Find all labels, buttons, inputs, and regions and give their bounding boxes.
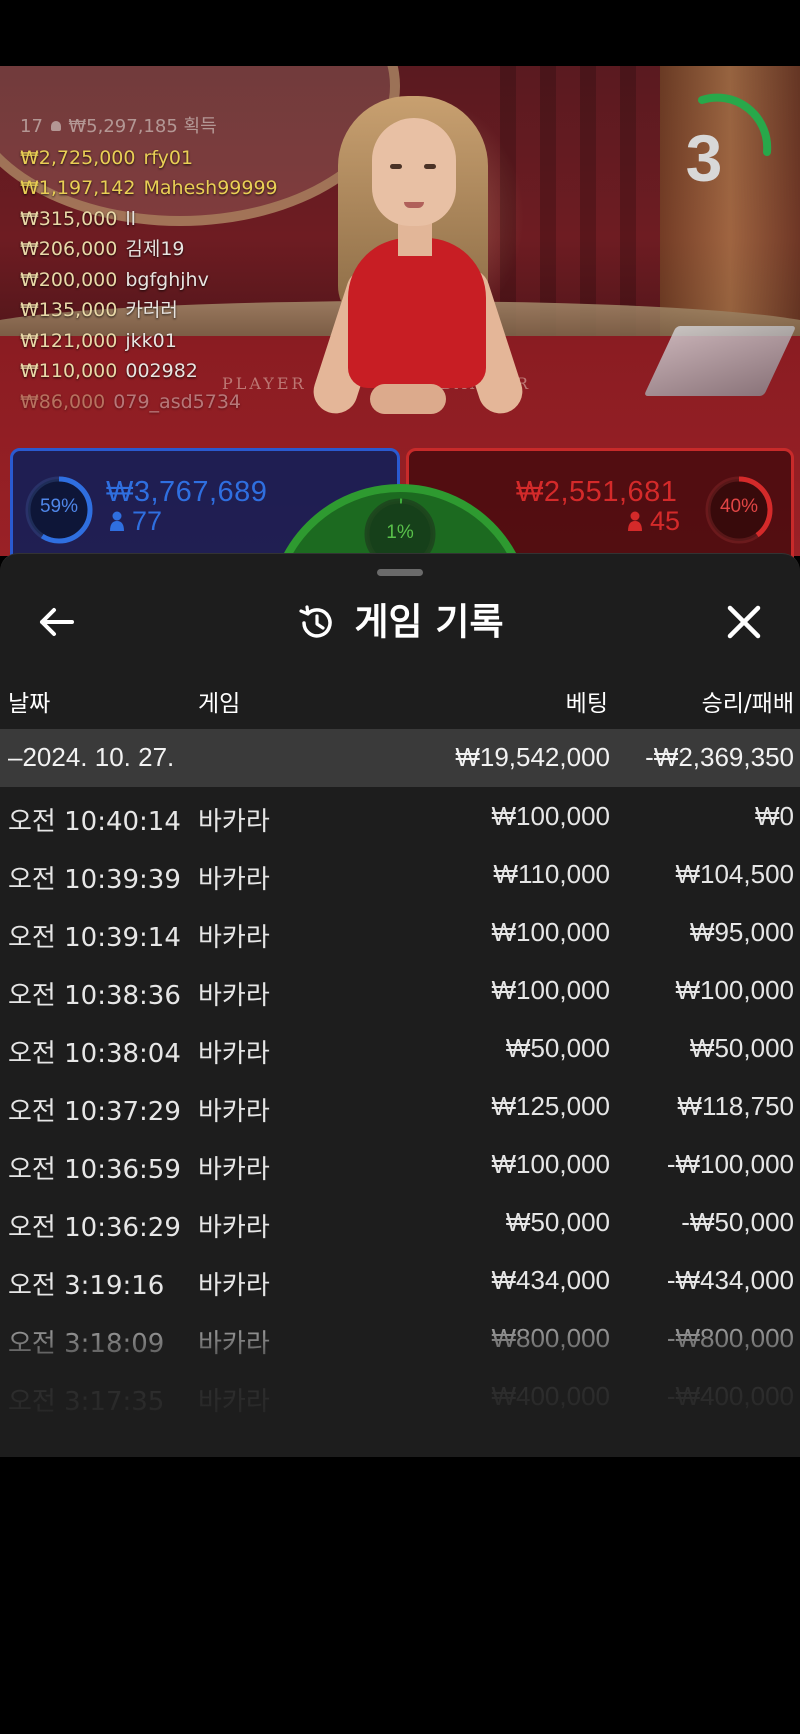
record-bet: ₩800,000: [491, 1323, 610, 1353]
tie-percent: 1%: [386, 522, 414, 543]
record-bet: ₩100,000: [491, 917, 610, 947]
record-game: 바카라: [198, 865, 270, 895]
record-game: 바카라: [198, 1329, 270, 1359]
record-game: 바카라: [198, 981, 270, 1011]
player-percent: 59%: [39, 496, 79, 517]
game-record-row[interactable]: 오전 10:39:39 바카라 ₩110,000 ₩104,500: [0, 845, 800, 903]
sheet-title: 게임 기록: [0, 592, 800, 652]
record-bet: ₩100,000: [491, 1149, 610, 1179]
day-date: –2024. 10. 27.: [8, 742, 175, 772]
column-header-game: 게임: [198, 691, 241, 717]
bet-row: ₩206,000 김제19: [20, 238, 185, 260]
player-total-amount: ₩3,767,689: [106, 476, 268, 508]
record-time: 오전 10:38:36: [8, 981, 181, 1011]
banker-total-amount: ₩2,551,681: [516, 476, 678, 508]
game-record-row[interactable]: 오전 10:36:59 바카라 ₩100,000 -₩100,000: [0, 1135, 800, 1193]
column-header-win-loss: 승리/패배: [701, 691, 794, 717]
day-summary-row[interactable]: –2024. 10. 27. ₩19,542,000 -₩2,369,350: [0, 729, 800, 787]
record-win-loss: -₩434,000: [666, 1265, 794, 1295]
record-time: 오전 3:19:16: [8, 1271, 165, 1301]
sheet-drag-handle[interactable]: [377, 569, 423, 576]
record-bet: ₩100,000: [491, 801, 610, 831]
record-game: 바카라: [198, 1213, 270, 1243]
bet-row: ₩1,197,142 Mahesh99999: [20, 177, 278, 199]
column-header-date: 날짜: [8, 691, 51, 717]
record-time: 오전 10:40:14: [8, 807, 181, 837]
close-button[interactable]: [716, 594, 772, 650]
game-record-row[interactable]: 오전 10:37:29 바카라 ₩125,000 ₩118,750: [0, 1077, 800, 1135]
record-time: 오전 10:36:59: [8, 1155, 181, 1185]
record-game: 바카라: [198, 1155, 270, 1185]
record-time: 오전 10:36:29: [8, 1213, 181, 1243]
game-record-row[interactable]: 오전 10:38:36 바카라 ₩100,000 ₩100,000: [0, 961, 800, 1019]
game-record-row[interactable]: 오전 3:19:16 바카라 ₩434,000 -₩434,000: [0, 1251, 800, 1309]
bet-row: ₩135,000 카러러: [20, 299, 178, 321]
record-game: 바카라: [198, 1271, 270, 1301]
record-game: 바카라: [198, 923, 270, 953]
record-win-loss: -₩400,000: [666, 1381, 794, 1411]
record-game: 바카라: [198, 1387, 270, 1417]
record-time: 오전 10:37:29: [8, 1097, 181, 1127]
record-win-loss: -₩50,000: [681, 1207, 794, 1237]
bet-row: ₩121,000 jkk01: [20, 329, 177, 352]
record-time: 오전 3:18:09: [8, 1329, 165, 1359]
record-game: 바카라: [198, 1097, 270, 1127]
person-icon: [50, 121, 61, 131]
bets-header: 17 ₩5,297,185 획득: [20, 116, 217, 137]
person-icon: [628, 511, 642, 531]
record-time: 오전 3:17:35: [8, 1387, 165, 1417]
bet-row: ₩200,000 bgfghjhv: [20, 268, 209, 291]
record-bet: ₩434,000: [491, 1265, 610, 1295]
game-record-row[interactable]: 오전 10:39:14 바카라 ₩100,000 ₩95,000: [0, 903, 800, 961]
record-time: 오전 10:38:04: [8, 1039, 181, 1069]
bet-row: ₩110,000 002982: [20, 360, 198, 382]
bets-leaderboard: 17 ₩5,297,185 획득 ₩2,725,000 rfy01 ₩1,197,…: [20, 112, 278, 417]
game-history-sheet: 게임 기록 날짜 게임 베팅 승리/패배 –2024. 10. 27. ₩19,…: [0, 553, 800, 1457]
record-time: 오전 10:39:14: [8, 923, 181, 953]
person-icon: [110, 511, 124, 531]
record-bet: ₩50,000: [505, 1207, 610, 1237]
game-record-row[interactable]: 오전 10:36:29 바카라 ₩50,000 -₩50,000: [0, 1193, 800, 1251]
game-record-row[interactable]: 오전 3:17:35 바카라 ₩400,000 -₩400,000: [0, 1367, 800, 1425]
record-win-loss: ₩0: [755, 801, 794, 831]
player-bettor-count: 77: [110, 506, 162, 537]
record-bet: ₩125,000: [491, 1091, 610, 1121]
record-time: 오전 10:39:39: [8, 865, 181, 895]
bet-row: ₩86,000 079_asd5734: [20, 390, 242, 413]
countdown-timer-value: 3: [685, 121, 723, 195]
record-win-loss: ₩50,000: [689, 1033, 794, 1063]
game-record-row[interactable]: 오전 10:40:14 바카라 ₩100,000 ₩0: [0, 787, 800, 845]
record-win-loss: -₩800,000: [666, 1323, 794, 1353]
record-game: 바카라: [198, 1039, 270, 1069]
close-icon: [727, 605, 761, 639]
bet-row: ₩2,725,000 rfy01: [20, 146, 194, 169]
record-bet: ₩110,000: [493, 859, 610, 889]
history-icon: [299, 604, 333, 638]
bet-row: ₩315,000 ll: [20, 207, 136, 230]
record-bet: ₩400,000: [491, 1381, 610, 1411]
record-win-loss: ₩104,500: [675, 859, 794, 889]
record-win-loss: ₩95,000: [689, 917, 794, 947]
day-total-win-loss: -₩2,369,350: [645, 742, 794, 772]
record-bet: ₩100,000: [491, 975, 610, 1005]
record-win-loss: -₩100,000: [666, 1149, 794, 1179]
column-header-bet: 베팅: [565, 691, 608, 717]
record-win-loss: ₩118,750: [677, 1091, 794, 1121]
day-total-bet: ₩19,542,000: [455, 742, 610, 772]
game-record-row[interactable]: 오전 3:18:09 바카라 ₩800,000 -₩800,000: [0, 1309, 800, 1367]
record-bet: ₩50,000: [505, 1033, 610, 1063]
record-win-loss: ₩100,000: [675, 975, 794, 1005]
banker-percent: 40%: [719, 496, 759, 517]
banker-bettor-count: 45: [628, 506, 680, 537]
game-record-row[interactable]: 오전 10:38:04 바카라 ₩50,000 ₩50,000: [0, 1019, 800, 1077]
record-game: 바카라: [198, 807, 270, 837]
